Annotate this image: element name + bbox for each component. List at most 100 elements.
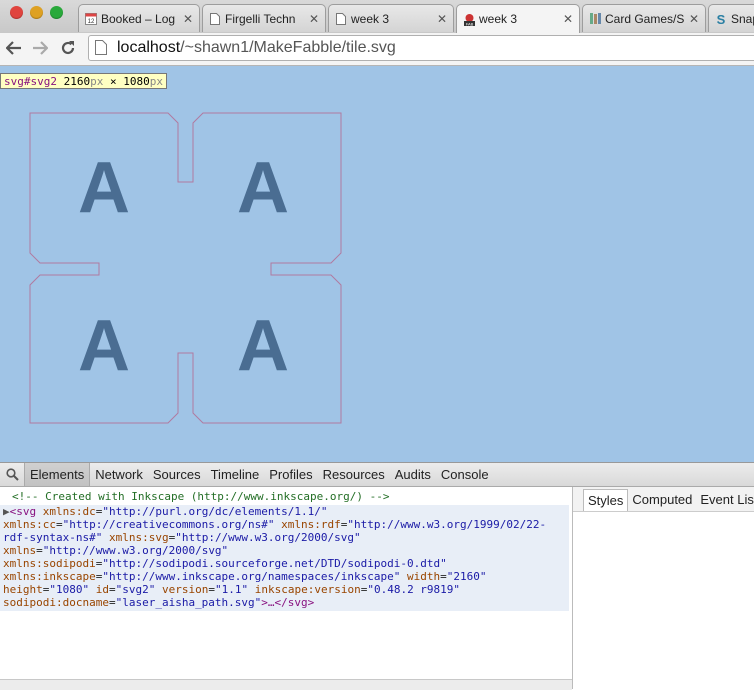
tab-computed[interactable]: Computed	[628, 489, 696, 511]
snap-icon: S	[715, 12, 727, 25]
tab-week3-active[interactable]: FAB week 3 ✕	[456, 4, 580, 33]
attr-name: xmlns:rdf	[281, 518, 341, 531]
attr-value: "0.48.2 r9819"	[367, 583, 461, 596]
reload-icon	[61, 41, 75, 55]
tab-styles[interactable]: Styles	[583, 489, 629, 511]
inspect-height: 1080	[123, 75, 150, 88]
sidebar-tabs: Styles Computed Event Lis	[573, 487, 754, 512]
expand-triangle-icon[interactable]: ▶	[3, 505, 10, 518]
search-icon	[5, 468, 19, 481]
tab-title: Firgelli Techn	[225, 11, 296, 26]
close-tab-icon[interactable]: ✕	[183, 12, 193, 26]
dom-comment-node: <!-- Created with Inkscape (http://www.i…	[12, 490, 390, 503]
devtools-toolbar: Elements Network Sources Timeline Profil…	[0, 462, 754, 487]
tab-timeline[interactable]: Timeline	[206, 463, 265, 486]
window-minimize-button[interactable]	[30, 6, 43, 19]
close-tab-icon[interactable]: ✕	[563, 12, 573, 26]
forward-button[interactable]	[29, 37, 51, 59]
svg-text:12: 12	[88, 19, 95, 25]
tab-audits[interactable]: Audits	[390, 463, 436, 486]
elements-dom-tree: <!-- Created with Inkscape (http://www.i…	[0, 487, 571, 679]
tile-svg-canvas: A A A A	[29, 112, 342, 424]
attr-name: version	[162, 583, 209, 596]
forward-arrow-icon	[33, 41, 48, 55]
window-close-button[interactable]	[10, 6, 23, 19]
calendar-icon: 12	[85, 12, 97, 25]
back-arrow-icon	[6, 41, 21, 55]
tile-letter-bottom-left: A	[78, 306, 130, 386]
attr-name: height	[3, 583, 43, 596]
inspect-tooltip: svg#svg2 2160px × 1080px	[0, 73, 167, 89]
tab-network[interactable]: Network	[90, 463, 148, 486]
attr-value: "laser_aisha_path.svg"	[115, 596, 262, 609]
inspect-unit: px	[90, 75, 104, 88]
attr-value: "http://purl.org/dc/elements/1.1/"	[102, 505, 328, 518]
tile-outlines	[29, 112, 342, 424]
inspect-search-button[interactable]	[0, 463, 24, 487]
tile-piece-top-left	[29, 112, 342, 424]
tab-title: week 3	[479, 12, 518, 26]
page-icon	[209, 12, 221, 25]
attr-name: xmlns:cc	[3, 518, 56, 531]
tab-booked[interactable]: 12 Booked – Log ✕	[78, 4, 200, 32]
close-tab-icon[interactable]: ✕	[437, 12, 447, 26]
tab-elements[interactable]: Elements	[24, 463, 91, 486]
page-icon	[95, 40, 107, 55]
attr-value: "http://sodipodi.sourceforge.net/DTD/sod…	[102, 557, 447, 570]
attr-name: width	[406, 570, 441, 583]
back-button[interactable]	[3, 37, 25, 59]
tab-firgelli[interactable]: Firgelli Techn ✕	[202, 4, 326, 32]
attr-name: xmlns:svg	[108, 531, 169, 544]
attr-name: xmlns:sodipodi	[3, 557, 96, 570]
reload-button[interactable]	[57, 37, 79, 59]
tab-console[interactable]: Console	[436, 463, 494, 486]
tab-title: Booked – Log	[101, 11, 176, 26]
url-host: localhost	[117, 39, 181, 56]
fab-icon: FAB	[463, 13, 475, 26]
attr-value: "svg2"	[115, 583, 156, 596]
svg-attributes: xmlns:dc="http://purl.org/dc/elements/1.…	[3, 505, 547, 609]
attr-name: sodipodi:docname	[3, 596, 109, 609]
tab-sources[interactable]: Sources	[148, 463, 206, 486]
svg-text:FAB: FAB	[466, 21, 474, 26]
svg-close-tag: >…</svg>	[261, 596, 315, 609]
tile-letter-top-right: A	[237, 148, 289, 228]
close-tab-icon[interactable]: ✕	[309, 12, 319, 26]
inspect-width: 2160	[63, 75, 91, 88]
attr-value: "http://www.inkscape.org/namespaces/inks…	[102, 570, 401, 583]
svg-open-tag: <svg	[9, 505, 37, 518]
tile-letter-bottom-right: A	[237, 306, 289, 386]
page-icon	[335, 12, 347, 25]
attr-value: "2160"	[446, 570, 487, 583]
tab-week3[interactable]: week 3 ✕	[328, 4, 454, 32]
attr-value: "1080"	[49, 583, 90, 596]
attr-name: id	[95, 583, 109, 596]
attr-name: xmlns:inkscape	[3, 570, 96, 583]
tab-resources[interactable]: Resources	[318, 463, 390, 486]
attr-value: "1.1"	[214, 583, 249, 596]
attr-name: xmlns	[3, 544, 37, 557]
dom-svg-node[interactable]: ▶<svg xmlns:dc="http://purl.org/dc/eleme…	[0, 505, 569, 611]
tab-strip: 12 Booked – Log ✕ Firgelli Techn ✕ week …	[0, 0, 754, 34]
address-bar[interactable]: localhost/~shawn1/MakeFabble/tile.svg	[88, 35, 754, 61]
attr-value: "http://creativecommons.org/ns#"	[62, 518, 275, 531]
attr-value: "http://www.w3.org/2000/svg"	[42, 544, 229, 557]
tile-letter-top-left: A	[78, 148, 130, 228]
tab-card-games[interactable]: Card Games/S ✕	[582, 4, 706, 32]
attr-name: inkscape:version	[254, 583, 361, 596]
tab-event-listeners[interactable]: Event Lis	[696, 489, 754, 511]
books-icon	[589, 12, 601, 25]
tab-title: week 3	[351, 11, 390, 26]
url-path: /~shawn1/MakeFabble/tile.svg	[180, 39, 396, 56]
close-tab-icon[interactable]: ✕	[689, 12, 699, 26]
svg-text:S: S	[717, 12, 726, 25]
styles-sidebar: Styles Computed Event Lis	[572, 487, 754, 689]
tab-profiles[interactable]: Profiles	[264, 463, 317, 486]
window-zoom-button[interactable]	[50, 6, 63, 19]
attr-value: "http://www.w3.org/2000/svg"	[175, 531, 361, 544]
inspect-selector: svg#svg2	[4, 75, 57, 88]
tab-title: Snap	[731, 11, 754, 26]
inspect-times: ×	[109, 75, 117, 88]
page-viewport: A A A A svg#svg2 2160px × 1080px	[0, 66, 754, 462]
tab-snap[interactable]: S Snap	[708, 4, 754, 32]
